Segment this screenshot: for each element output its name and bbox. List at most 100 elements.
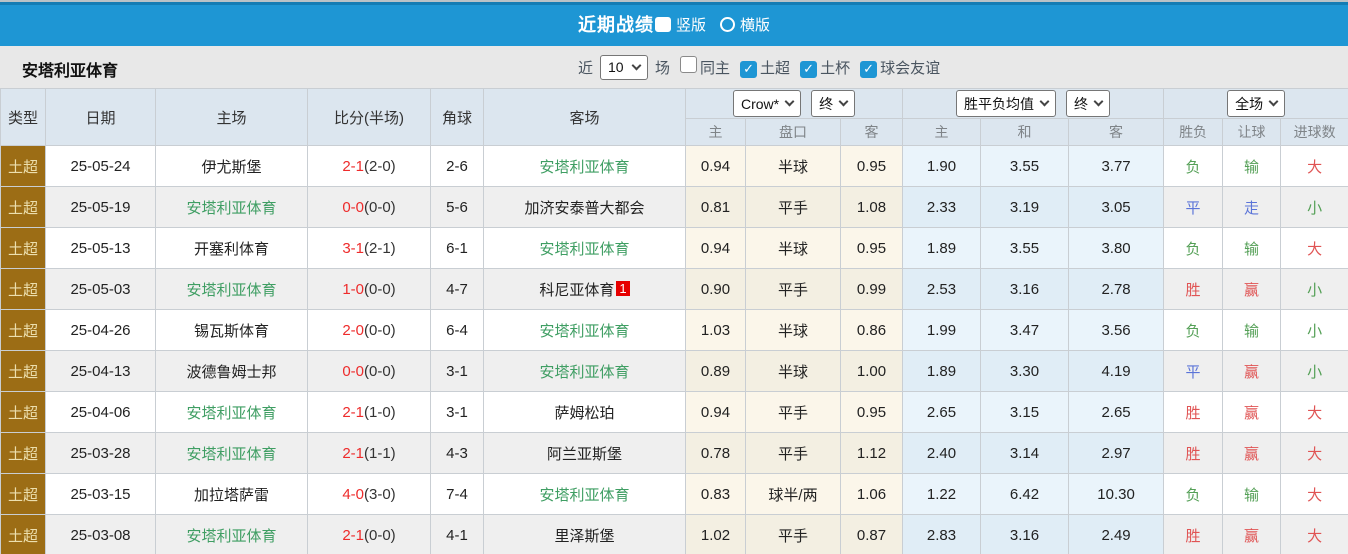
radio-horizontal-layout[interactable] bbox=[720, 16, 735, 32]
period-select-value: 全场 bbox=[1235, 95, 1264, 112]
date-cell: 25-05-19 bbox=[45, 186, 156, 228]
home-team-cell[interactable]: 伊尤斯堡 bbox=[155, 145, 308, 187]
league-type-cell: 土超 bbox=[0, 473, 46, 515]
home-team-cell[interactable]: 锡瓦斯体育 bbox=[155, 309, 308, 351]
score-cell: 3-1(2-1) bbox=[307, 227, 431, 269]
away-team-cell[interactable]: 科尼亚体育 1 bbox=[483, 268, 686, 310]
chevron-down-icon bbox=[1268, 96, 1279, 107]
result-group-header: 全场 bbox=[1163, 88, 1348, 119]
corner-cell: 6-4 bbox=[430, 309, 484, 351]
euro-home-odds-cell: 2.65 bbox=[902, 391, 982, 433]
away-team-cell[interactable]: 安塔利亚体育 bbox=[483, 350, 686, 392]
handicap-cell: 平手 bbox=[745, 514, 841, 554]
away-team-cell[interactable]: 安塔利亚体育 bbox=[483, 309, 686, 351]
away-team-cell[interactable]: 安塔利亚体育 bbox=[483, 473, 686, 515]
checkbox-checked[interactable]: ✓ bbox=[860, 60, 878, 78]
league-type-cell: 土超 bbox=[0, 145, 46, 187]
radio-vertical-layout[interactable] bbox=[654, 16, 671, 32]
checkbox-label: 土超 bbox=[760, 60, 791, 77]
score-cell: 0-0(0-0) bbox=[307, 350, 431, 392]
home-team-cell[interactable]: 波德鲁姆士邦 bbox=[155, 350, 308, 392]
euro-odds-select[interactable]: 胜平负均值 bbox=[956, 90, 1057, 117]
winlose-result-cell: 平 bbox=[1163, 350, 1224, 392]
asian-home-odds-cell: 0.83 bbox=[685, 473, 746, 515]
home-team-cell[interactable]: 安塔利亚体育 bbox=[155, 268, 308, 310]
date-cell: 25-03-15 bbox=[45, 473, 156, 515]
asian-home-odds-cell: 1.03 bbox=[685, 309, 746, 351]
winlose-result-cell: 胜 bbox=[1163, 391, 1224, 433]
winlose-result-cell: 胜 bbox=[1163, 432, 1224, 474]
match-count-select[interactable]: 10 bbox=[600, 54, 649, 80]
euro-draw-odds-cell: 3.30 bbox=[980, 350, 1070, 392]
handicap-cell: 半球 bbox=[745, 309, 841, 351]
subheader-euro-away: 客 bbox=[1068, 118, 1165, 146]
euro-away-odds-cell: 2.97 bbox=[1068, 432, 1165, 474]
euro-draw-odds-cell: 3.16 bbox=[980, 268, 1070, 310]
page-title: 近期战绩 bbox=[577, 15, 654, 35]
handicap-result-cell: 输 bbox=[1222, 473, 1282, 515]
goals-result-cell: 大 bbox=[1280, 514, 1348, 554]
asian-time-select[interactable]: 终 bbox=[811, 90, 856, 117]
asian-time-select-value: 终 bbox=[819, 95, 834, 112]
checkbox-checked[interactable]: ✓ bbox=[800, 60, 818, 78]
handicap-result-cell: 输 bbox=[1222, 227, 1282, 269]
euro-home-odds-cell: 2.33 bbox=[902, 186, 982, 228]
asian-odds-group-header: Crow* 终 bbox=[684, 88, 904, 119]
subheader-handicap-result: 让球 bbox=[1222, 118, 1282, 146]
away-team-cell[interactable]: 阿兰亚斯堡 bbox=[483, 432, 686, 474]
euro-away-odds-cell: 2.49 bbox=[1068, 514, 1165, 554]
handicap-result-cell: 走 bbox=[1222, 186, 1282, 228]
chevron-down-icon bbox=[1039, 96, 1050, 107]
home-team-cell[interactable]: 安塔利亚体育 bbox=[155, 432, 308, 474]
table-row: 土超 25-03-08 安塔利亚体育 2-1(0-0) 4-1 里泽斯堡 1.02 平手 0.8… bbox=[0, 514, 1348, 554]
score-cell: 2-1(1-1) bbox=[307, 432, 431, 474]
handicap-cell: 半球 bbox=[745, 350, 841, 392]
goals-result-cell: 小 bbox=[1280, 350, 1348, 392]
euro-time-select[interactable]: 终 bbox=[1066, 90, 1111, 117]
winlose-result-cell: 负 bbox=[1163, 227, 1224, 269]
euro-home-odds-cell: 1.89 bbox=[902, 350, 982, 392]
subheader-asian-home: 主 bbox=[685, 118, 746, 146]
bookmaker-select[interactable]: Crow* bbox=[732, 90, 802, 117]
away-team-cell[interactable]: 安塔利亚体育 bbox=[483, 145, 686, 187]
table-row: 土超 25-03-28 安塔利亚体育 2-1(1-1) 4-3 阿兰亚斯堡 0.78 平手 1.… bbox=[0, 432, 1348, 474]
results-table: 类型 日期 主场 比分(半场) 角球 客场 Crow* 终 胜平负均值 终 全场… bbox=[0, 88, 1348, 554]
asian-home-odds-cell: 0.90 bbox=[685, 268, 746, 310]
radio-horizontal-label[interactable]: 横版 bbox=[740, 14, 770, 35]
filter-checkbox-group: 同主 ✓ 土超 ✓ 土杯 ✓ 球会友谊 bbox=[670, 56, 940, 78]
home-team-cell[interactable]: 加拉塔萨雷 bbox=[155, 473, 308, 515]
goals-result-cell: 小 bbox=[1280, 186, 1348, 228]
league-type-cell: 土超 bbox=[0, 186, 46, 228]
period-select[interactable]: 全场 bbox=[1227, 90, 1286, 117]
home-team-cell[interactable]: 安塔利亚体育 bbox=[155, 514, 308, 554]
date-cell: 25-03-08 bbox=[45, 514, 156, 554]
date-cell: 25-05-24 bbox=[45, 145, 156, 187]
home-team-cell[interactable]: 安塔利亚体育 bbox=[155, 391, 308, 433]
away-team-cell[interactable]: 萨姆松珀 bbox=[483, 391, 686, 433]
checkbox-unchecked[interactable] bbox=[680, 56, 698, 73]
away-team-cell[interactable]: 加济安泰普大都会 bbox=[483, 186, 686, 228]
handicap-cell: 半球 bbox=[745, 227, 841, 269]
chevron-down-icon bbox=[784, 96, 795, 107]
date-cell: 25-03-28 bbox=[45, 432, 156, 474]
winlose-result-cell: 胜 bbox=[1163, 268, 1224, 310]
euro-home-odds-cell: 1.90 bbox=[902, 145, 982, 187]
subheader-euro-home: 主 bbox=[902, 118, 982, 146]
league-type-cell: 土超 bbox=[0, 514, 46, 554]
away-team-cell[interactable]: 安塔利亚体育 bbox=[483, 227, 686, 269]
euro-home-odds-cell: 1.99 bbox=[902, 309, 982, 351]
euro-home-odds-cell: 2.53 bbox=[902, 268, 982, 310]
table-row: 土超 25-04-06 安塔利亚体育 2-1(1-0) 3-1 萨姆松珀 0.94 平手 0.9… bbox=[0, 391, 1348, 433]
euro-draw-odds-cell: 3.19 bbox=[980, 186, 1070, 228]
checkbox-checked[interactable]: ✓ bbox=[740, 60, 758, 78]
handicap-cell: 平手 bbox=[745, 391, 841, 433]
date-cell: 25-05-03 bbox=[45, 268, 156, 310]
home-team-cell[interactable]: 开塞利体育 bbox=[155, 227, 308, 269]
away-team-cell[interactable]: 里泽斯堡 bbox=[483, 514, 686, 554]
date-cell: 25-05-13 bbox=[45, 227, 156, 269]
asian-home-odds-cell: 0.94 bbox=[685, 145, 746, 187]
subheader-handicap: 盘口 bbox=[745, 118, 841, 146]
home-team-cell[interactable]: 安塔利亚体育 bbox=[155, 186, 308, 228]
radio-vertical-label[interactable]: 竖版 bbox=[676, 14, 706, 35]
corner-cell: 2-6 bbox=[430, 145, 484, 187]
